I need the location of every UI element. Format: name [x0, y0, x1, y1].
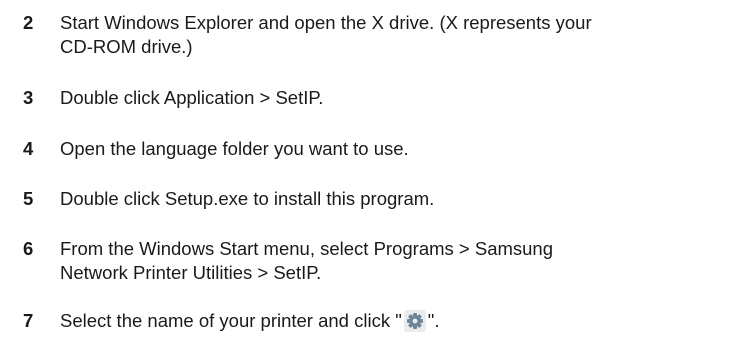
step-text-line: From the Windows Start menu, select Prog…: [60, 238, 554, 259]
step-text-line: Double click Setup.exe to install this p…: [60, 188, 435, 209]
step-text-line: CD-ROM drive.): [60, 36, 193, 57]
step-text-line: Open the language folder you want to use…: [60, 138, 409, 159]
step-number: 4: [23, 138, 34, 159]
step-text-before-icon: Select the name of your printer and clic…: [60, 310, 402, 331]
step-text: Select the name of your printer and clic…: [60, 309, 746, 333]
gear-icon: [403, 310, 426, 332]
step-number: 5: [23, 188, 34, 209]
step-text-line: Double click Application > SetIP.: [60, 87, 324, 108]
step-text: From the Windows Start menu, select Prog…: [60, 237, 746, 285]
step-number: 6: [23, 238, 34, 259]
instruction-steps: 2 Start Windows Explorer and open the X …: [0, 0, 748, 339]
step-text-after-icon: ".: [427, 310, 440, 331]
step-text: Start Windows Explorer and open the X dr…: [60, 11, 746, 59]
step-number: 2: [23, 12, 34, 33]
step-number: 7: [23, 310, 34, 331]
step-number: 3: [23, 87, 34, 108]
step-text-line: Network Printer Utilities > SetIP.: [60, 262, 322, 283]
step-text: Double click Setup.exe to install this p…: [60, 187, 746, 211]
step-text: Open the language folder you want to use…: [60, 137, 746, 161]
step-text-line: Start Windows Explorer and open the X dr…: [60, 12, 592, 33]
step-text: Double click Application > SetIP.: [60, 86, 746, 110]
